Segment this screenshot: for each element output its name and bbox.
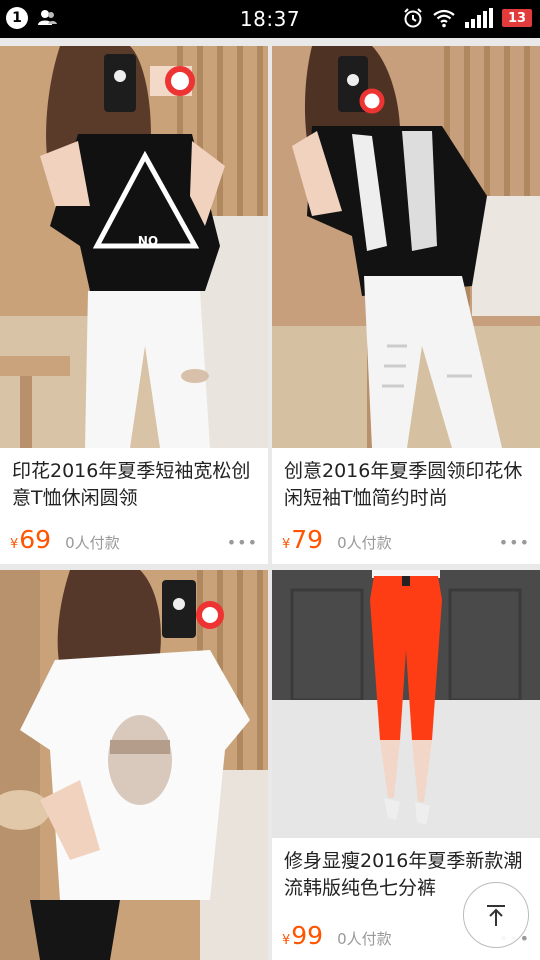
back-to-top-icon (487, 905, 505, 926)
currency-symbol: ¥ (10, 537, 19, 552)
currency-symbol: ¥ (282, 933, 291, 948)
product-image: ON (0, 46, 268, 448)
price-row: ¥ 69 0人付款 ••• (10, 525, 258, 554)
back-to-top-button[interactable] (463, 882, 529, 948)
product-image (0, 570, 268, 960)
product-title[interactable]: 创意2016年夏季圆领印花休闲短袖T恤简约时尚 (272, 448, 540, 512)
sold-count: 0人付款 (337, 930, 392, 948)
currency-symbol: ¥ (282, 537, 291, 552)
battery-indicator: 13 (502, 9, 532, 27)
more-options-icon[interactable]: ••• (227, 533, 258, 552)
sold-count: 0人付款 (337, 534, 392, 552)
price-row: ¥ 79 0人付款 ••• (282, 525, 530, 554)
product-price: 69 (19, 525, 52, 554)
signal-icon (465, 8, 493, 28)
product-image (272, 46, 540, 448)
product-image (272, 570, 540, 838)
product-price: 99 (291, 921, 324, 950)
wifi-icon (433, 9, 455, 28)
status-right: 13 (402, 7, 532, 29)
sold-count: 0人付款 (65, 534, 120, 552)
product-title[interactable]: 印花2016年夏季短袖宽松创意T恤休闲圆领 (0, 448, 268, 512)
product-card[interactable]: 创意2016年夏季圆领印花休闲短袖T恤简约时尚 ¥ 79 0人付款 ••• (272, 46, 540, 564)
product-price: 79 (291, 525, 324, 554)
status-bar: 1 18:37 13 (0, 0, 540, 38)
product-card[interactable]: ON 印花2016年夏季短袖宽松创意T恤休闲圆领 ¥ 69 0人付款 ••• (0, 46, 268, 564)
more-options-icon[interactable]: ••• (499, 533, 530, 552)
svg-text:ON: ON (138, 233, 158, 247)
product-card[interactable] (0, 570, 268, 960)
alarm-icon (404, 8, 422, 28)
